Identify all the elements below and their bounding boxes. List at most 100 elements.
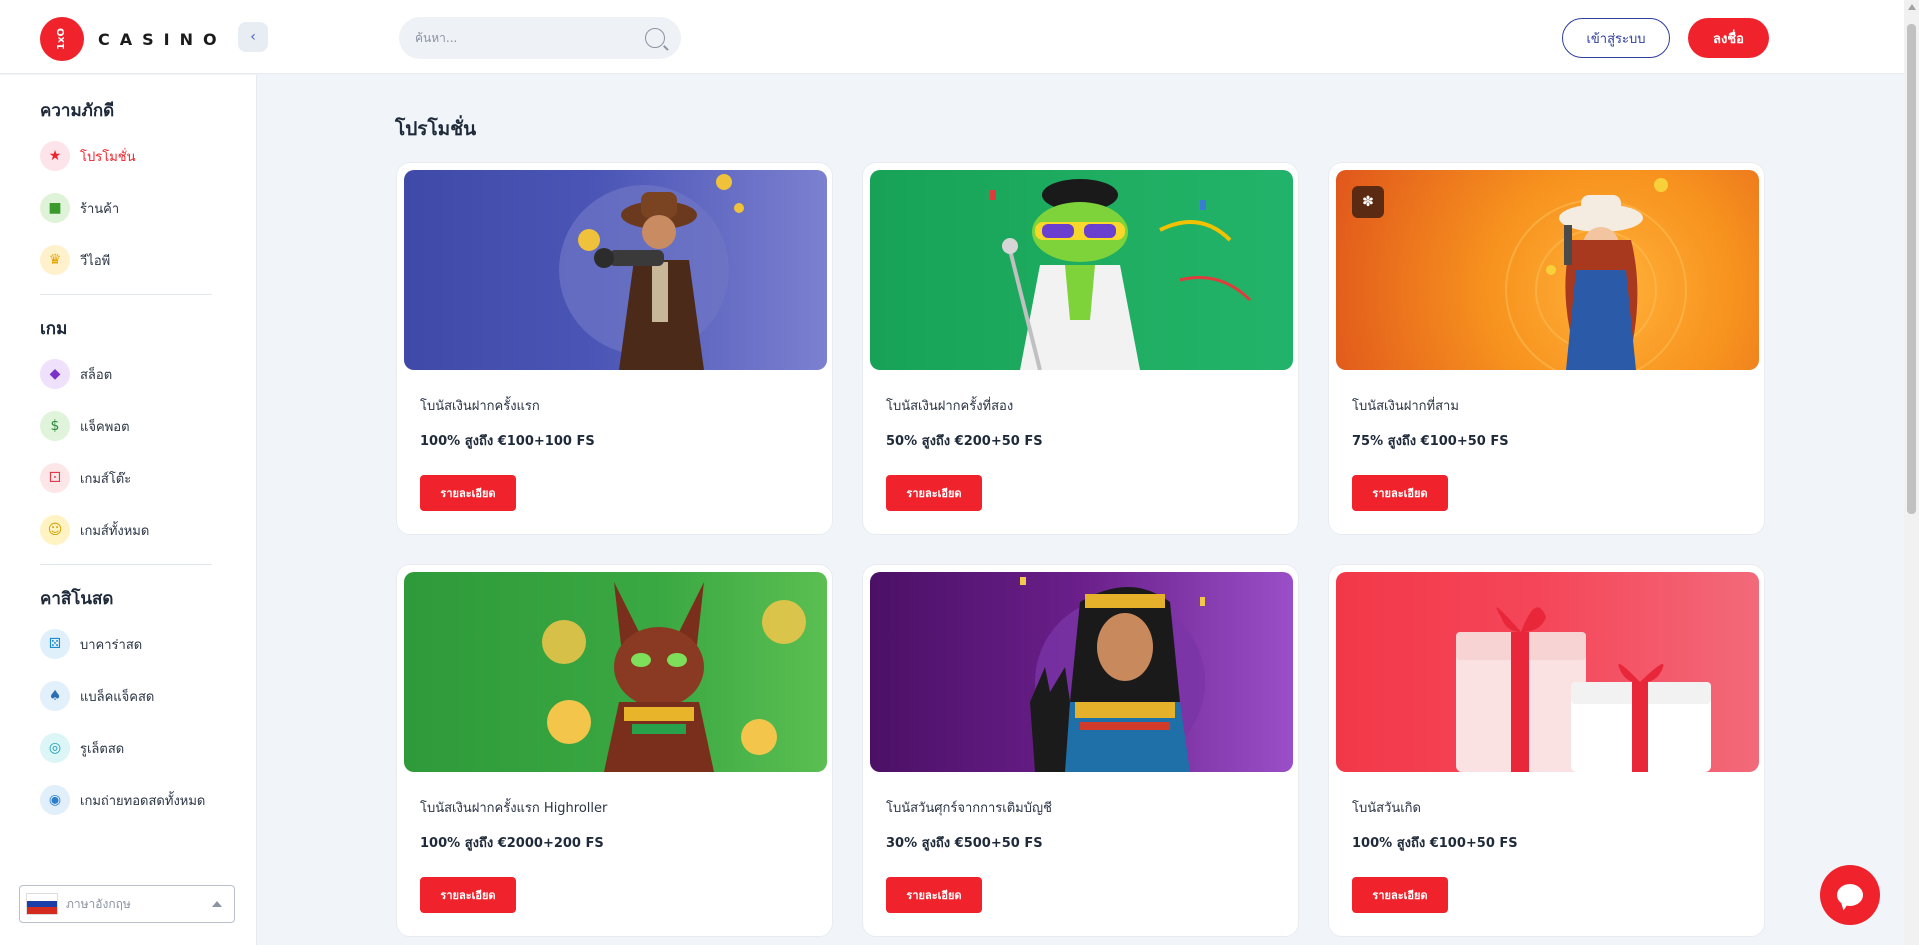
promo-card: โบนัสเงินฝากครั้งแรก 100% สูงถึง €100+10… xyxy=(396,162,833,535)
logo-mark: 1xO xyxy=(40,17,84,61)
sidebar-item-shop[interactable]: ■ ร้านค้า xyxy=(40,182,256,234)
all-games-icon: ☺ xyxy=(40,515,70,545)
sidebar-item-label: แจ็คพอต xyxy=(80,419,130,435)
promo-title: โบนัสเงินฝากครั้งแรก Highroller xyxy=(420,801,608,816)
sidebar-item-label: บาคาร่าสด xyxy=(80,637,143,653)
chevron-left-icon: ‹ xyxy=(250,29,256,45)
sidebar-item-label: ร้านค้า xyxy=(80,201,120,217)
promo-description: 100% สูงถึง €100+100 FS xyxy=(420,434,595,449)
live-games-icon: ◉ xyxy=(40,785,70,815)
sidebar-item-vip[interactable]: ♛ วีไอพี xyxy=(40,234,256,286)
promo-image-cowgirl[interactable]: ✽ xyxy=(1336,170,1759,370)
search-bar xyxy=(399,17,681,59)
sidebar-item-blackjack[interactable]: ♠ แบล็คแจ็คสด xyxy=(40,670,256,722)
slots-icon: ◆ xyxy=(40,359,70,389)
sidebar-item-label: วีไอพี xyxy=(80,253,111,269)
sidebar-item-slots[interactable]: ◆ สล็อต xyxy=(40,348,256,400)
promo-details-button[interactable]: รายละเอียด xyxy=(1352,475,1448,511)
sidebar-heading: คาสิโนสด xyxy=(40,589,114,609)
promo-title: โบนัสวันเกิด xyxy=(1352,801,1421,816)
promo-card: โบนัสวันศุกร์จากการเติมบัญชี 30% สูงถึง … xyxy=(862,564,1299,937)
promo-card: ✽ โบนัสเงินฝากที่สาม 75% สูงถึง €100+50 … xyxy=(1328,162,1765,535)
page-title: โปรโมชั่น xyxy=(395,118,477,140)
sidebar-item-all-games[interactable]: ☺ เกมส์ทั้งหมด xyxy=(40,504,256,556)
promo-title: โบนัสเงินฝากครั้งแรก xyxy=(420,399,540,414)
logo-mark-text: 1xO xyxy=(56,28,67,50)
sidebar-item-label: แบล็คแจ็คสด xyxy=(80,689,155,705)
sidebar-item-jackpot[interactable]: $ แจ็คพอต xyxy=(40,400,256,452)
page-scrollbar[interactable] xyxy=(1904,0,1919,945)
live-chat-button[interactable] xyxy=(1820,865,1880,925)
promo-image-cleopatra[interactable] xyxy=(870,572,1293,772)
top-header: 1xO CASINO ‹ เข้าสู่ระบบ ลงชื่อ xyxy=(0,0,1904,74)
cowgirl-illustration xyxy=(1505,178,1687,370)
promo-details-button[interactable]: รายละเอียด xyxy=(420,475,516,511)
sidebar-section-live-casino: คาสิโนสด ⚄ บาคาร่าสด ♠ แบล็คแจ็คสด ◎ รูเ… xyxy=(0,585,256,826)
sidebar-item-live-games[interactable]: ◉ เกมถ่ายทอดสดทั้งหมด xyxy=(40,774,256,826)
language-select[interactable]: ภาษาอังกฤษ xyxy=(19,885,235,923)
promo-image-gifts[interactable] xyxy=(1336,572,1759,772)
search-icon[interactable] xyxy=(645,28,665,48)
caret-up-icon xyxy=(212,901,222,907)
sidebar-section-games: เกม ◆ สล็อต $ แจ็คพอต ⚀ เกมส์โต๊ะ ☺ เกมส… xyxy=(0,315,256,556)
sidebar-item-label: เกมส์โต๊ะ xyxy=(80,471,132,487)
scrollbar-thumb[interactable] xyxy=(1907,24,1916,514)
promo-card: โบนัสเงินฝากครั้งแรก Highroller 100% สูง… xyxy=(396,564,833,937)
sidebar-heading: ความภักดี xyxy=(40,101,115,121)
login-button[interactable]: เข้าสู่ระบบ xyxy=(1562,18,1670,58)
search-input[interactable] xyxy=(415,31,645,45)
sidebar-heading: เกม xyxy=(40,319,68,339)
frog-illustration xyxy=(990,179,1252,370)
flag-icon xyxy=(26,893,58,915)
promo-image-frog[interactable] xyxy=(870,170,1293,370)
promo-details-button[interactable]: รายละเอียด xyxy=(886,475,982,511)
register-button[interactable]: ลงชื่อ xyxy=(1688,18,1769,58)
cat-illustration xyxy=(542,582,806,772)
sidebar-item-label: โปรโมชั่น xyxy=(80,149,136,165)
sidebar-item-roulette[interactable]: ◎ รูเล็ตสด xyxy=(40,722,256,774)
sidebar-divider xyxy=(40,564,212,565)
cleopatra-illustration xyxy=(1020,577,1205,772)
promo-details-button[interactable]: รายละเอียด xyxy=(886,877,982,913)
cowboy-illustration xyxy=(559,174,744,370)
promo-description: 100% สูงถึง €2000+200 FS xyxy=(420,836,604,851)
sidebar-item-label: เกมถ่ายทอดสดทั้งหมด xyxy=(80,793,206,809)
promo-title: โบนัสวันศุกร์จากการเติมบัญชี xyxy=(886,801,1052,816)
shop-icon: ■ xyxy=(40,193,70,223)
collapse-sidebar-button[interactable]: ‹ xyxy=(238,22,268,52)
promo-card: โบนัสเงินฝากครั้งที่สอง 50% สูงถึง €200+… xyxy=(862,162,1299,535)
promo-description: 75% สูงถึง €100+50 FS xyxy=(1352,434,1509,449)
gifts-illustration xyxy=(1456,607,1711,772)
promo-image-cat[interactable] xyxy=(404,572,827,772)
sidebar-section-loyalty: ความภักดี ★ โปรโมชั่น ■ ร้านค้า ♛ วีไอพี xyxy=(0,97,256,286)
promo-title: โบนัสเงินฝากครั้งที่สอง xyxy=(886,399,1014,414)
sidebar-item-table-games[interactable]: ⚀ เกมส์โต๊ะ xyxy=(40,452,256,504)
promo-description: 50% สูงถึง €200+50 FS xyxy=(886,434,1043,449)
vip-icon: ♛ xyxy=(40,245,70,275)
sidebar-item-label: รูเล็ตสด xyxy=(80,741,125,757)
promo-description: 30% สูงถึง €500+50 FS xyxy=(886,836,1043,851)
baccarat-icon: ⚄ xyxy=(40,629,70,659)
promo-details-button[interactable]: รายละเอียด xyxy=(420,877,516,913)
roulette-icon: ◎ xyxy=(40,733,70,763)
promo-description: 100% สูงถึง €100+50 FS xyxy=(1352,836,1518,851)
sidebar-item-promotions[interactable]: ★ โปรโมชั่น xyxy=(40,130,256,182)
scroll-up-arrow-icon[interactable] xyxy=(1908,4,1916,10)
brain-icon: ✽ xyxy=(1352,186,1384,218)
promo-title: โบนัสเงินฝากที่สาม xyxy=(1352,399,1459,414)
sidebar-item-label: เกมส์ทั้งหมด xyxy=(80,523,150,539)
casino-logo[interactable]: 1xO CASINO xyxy=(40,17,227,61)
promo-image-cowboy[interactable] xyxy=(404,170,827,370)
promo-card: โบนัสวันเกิด 100% สูงถึง €100+50 FS รายล… xyxy=(1328,564,1765,937)
promo-icon: ★ xyxy=(40,141,70,171)
sidebar: ความภักดี ★ โปรโมชั่น ■ ร้านค้า ♛ วีไอพี… xyxy=(0,75,257,945)
language-label: ภาษาอังกฤษ xyxy=(66,896,131,911)
sidebar-item-label: สล็อต xyxy=(80,367,113,383)
table-games-icon: ⚀ xyxy=(40,463,70,493)
sidebar-item-baccarat[interactable]: ⚄ บาคาร่าสด xyxy=(40,618,256,670)
blackjack-icon: ♠ xyxy=(40,681,70,711)
logo-text: CASINO xyxy=(98,29,227,49)
promo-details-button[interactable]: รายละเอียด xyxy=(1352,877,1448,913)
jackpot-icon: $ xyxy=(40,411,70,441)
chat-icon xyxy=(1837,884,1863,906)
